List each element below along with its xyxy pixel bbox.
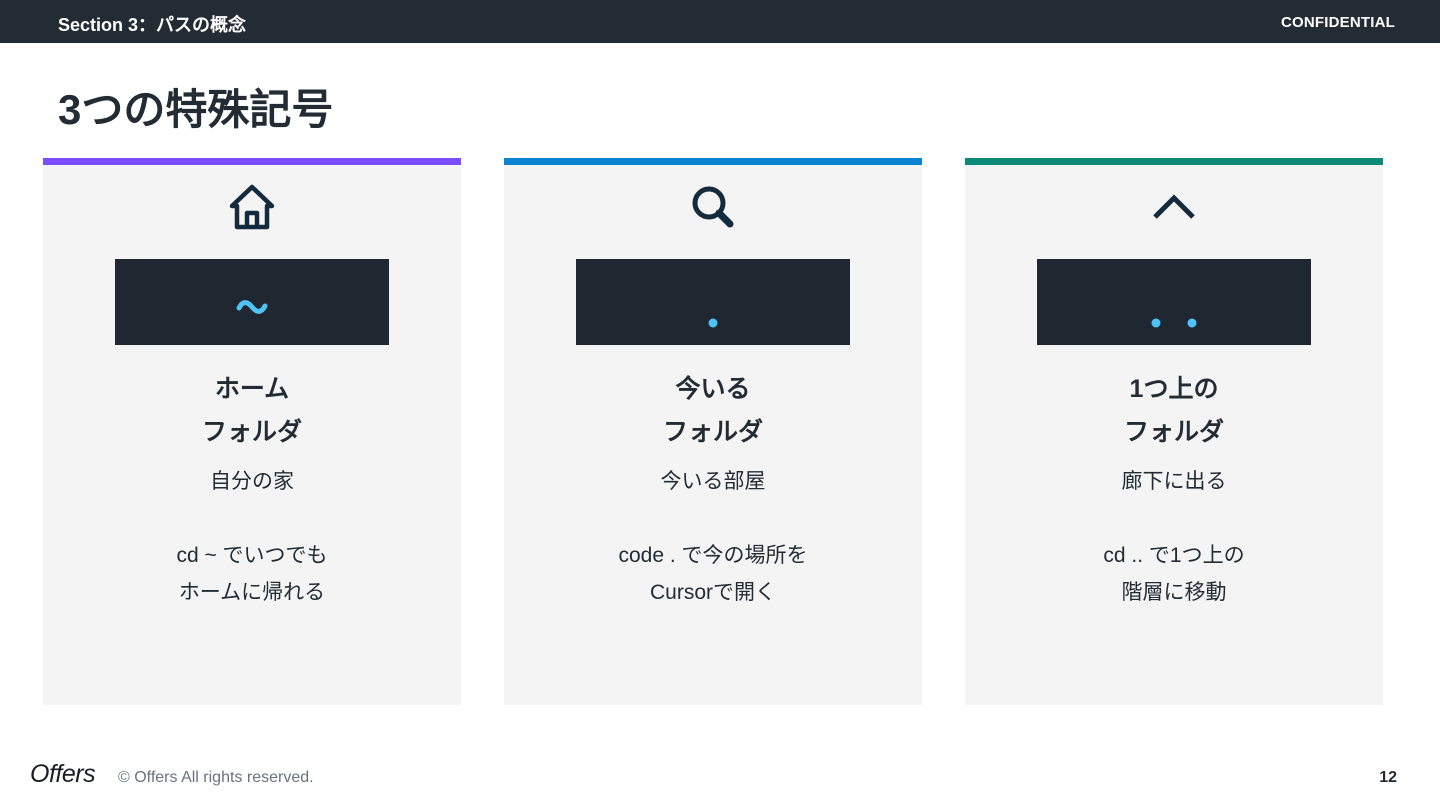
card-title-line: フォルダ <box>1123 418 1224 446</box>
page-number: 12 <box>1379 769 1397 786</box>
home-icon <box>227 182 277 232</box>
card-desc-line: 今いる部屋 <box>660 470 766 493</box>
dot-symbol <box>708 318 718 328</box>
card-parent-folder: 1つ上の フォルダ 廊下に出る cd .. で1つ上の 階層に移動 <box>965 158 1383 705</box>
card-desc-line: cd ~ でいつでも <box>176 544 328 567</box>
card-description: 自分の家 cd ~ でいつでも ホームに帰れる <box>43 463 461 611</box>
confidential-label: CONFIDENTIAL <box>1280 14 1395 31</box>
card-title: 今いる フォルダ <box>504 368 922 454</box>
card-title: ホーム フォルダ <box>43 368 461 454</box>
card-accent-bar <box>965 158 1383 165</box>
card-desc-line: code . で今の場所を <box>618 544 808 567</box>
card-title-line: フォルダ <box>662 418 763 446</box>
double-dot-symbol <box>1151 318 1197 328</box>
card-accent-bar <box>43 158 461 165</box>
section-label: Section 3：パスの概念 <box>58 15 247 35</box>
symbol-box <box>115 259 389 345</box>
card-description: 今いる部屋 code . で今の場所を Cursorで開く <box>504 463 922 611</box>
chevron-up-icon <box>1149 182 1199 232</box>
card-description: 廊下に出る cd .. で1つ上の 階層に移動 <box>965 463 1383 611</box>
card-title: 1つ上の フォルダ <box>965 368 1383 454</box>
top-bar: Section 3：パスの概念 CONFIDENTIAL <box>0 0 1440 43</box>
slide-title: 3つの特殊記号 <box>58 86 334 133</box>
tilde-symbol <box>236 300 268 314</box>
card-desc-line: ホームに帰れる <box>178 581 326 604</box>
symbol-box <box>1037 259 1311 345</box>
card-desc-line: cd .. で1つ上の <box>1103 544 1245 567</box>
card-title-line: ホーム <box>214 375 290 403</box>
symbol-box <box>576 259 850 345</box>
card-title-line: 1つ上の <box>1129 375 1219 403</box>
card-title-line: 今いる <box>675 375 751 403</box>
card-desc-line: 階層に移動 <box>1121 581 1227 604</box>
offers-logo: Offers <box>30 760 96 788</box>
card-title-line: フォルダ <box>201 418 302 446</box>
copyright-text: © Offers All rights reserved. <box>118 769 314 786</box>
card-desc-line: Cursorで開く <box>649 581 776 604</box>
card-accent-bar <box>504 158 922 165</box>
card-home-folder: ホーム フォルダ 自分の家 cd ~ でいつでも ホームに帰れる <box>43 158 461 705</box>
card-current-folder: 今いる フォルダ 今いる部屋 code . で今の場所を Cursorで開く <box>504 158 922 705</box>
card-desc-line: 廊下に出る <box>1121 470 1227 493</box>
search-icon <box>688 182 738 232</box>
card-desc-line: 自分の家 <box>210 470 294 493</box>
